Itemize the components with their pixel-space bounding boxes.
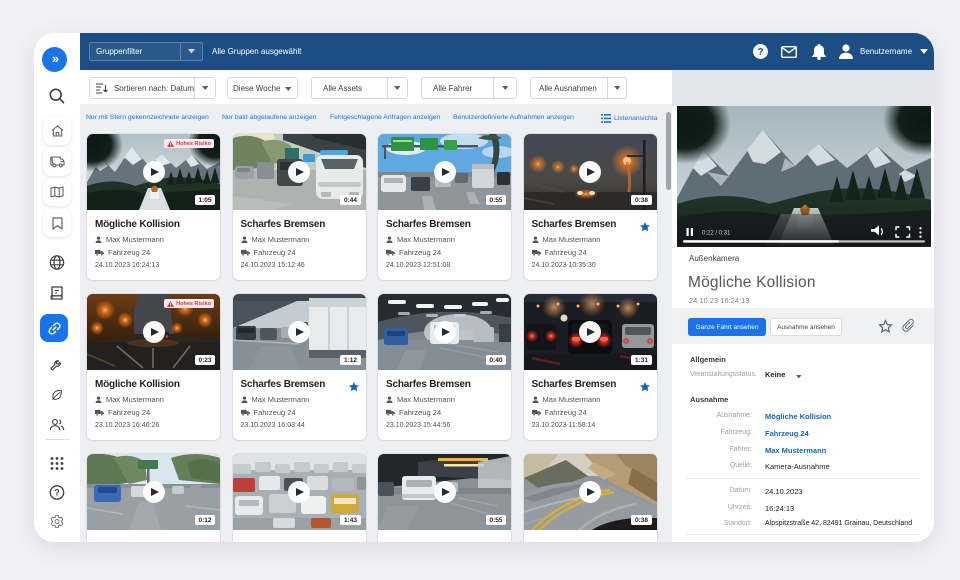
svg-text:?: ?: [757, 47, 763, 58]
svg-text:0:22 / 0:31: 0:22 / 0:31: [702, 230, 731, 236]
svg-text:?: ?: [54, 488, 60, 498]
